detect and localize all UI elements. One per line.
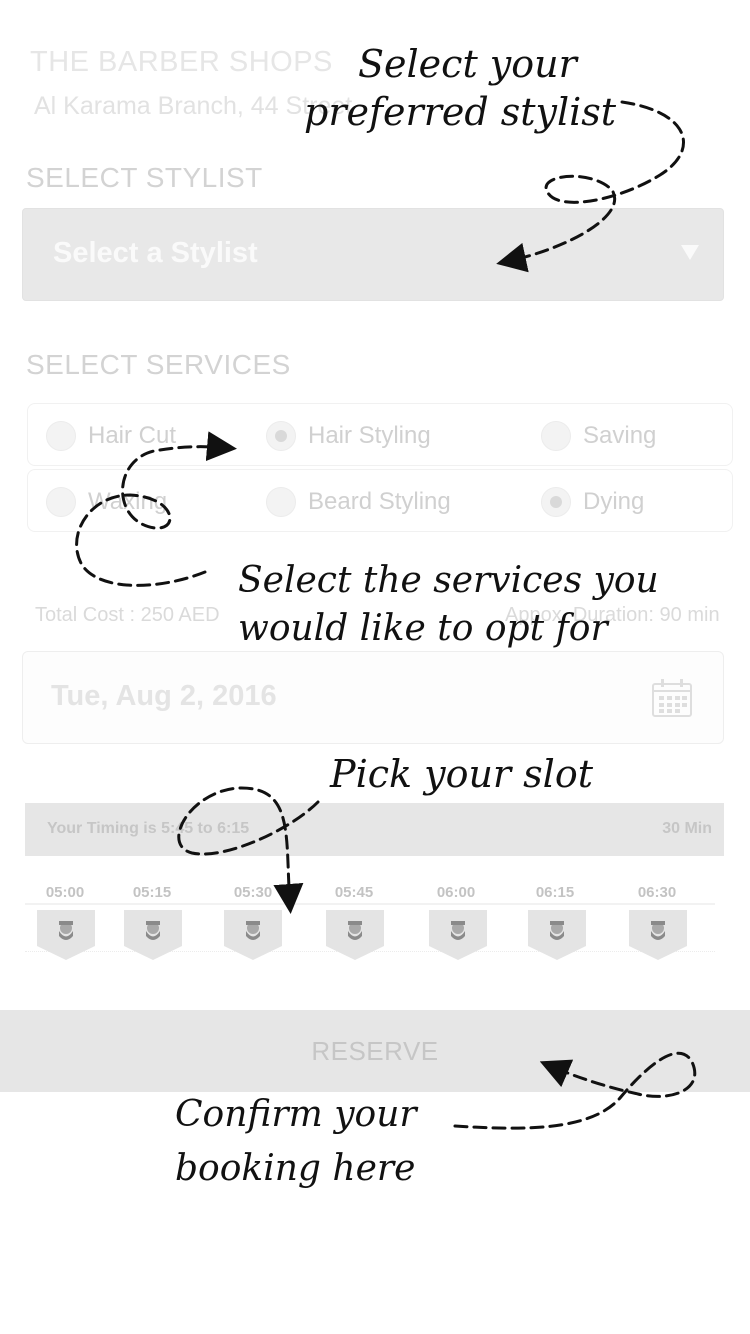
annotation-confirm-line1: Confirm your: [175, 1094, 417, 1135]
annotation-services-line2: would like to opt for: [238, 608, 608, 649]
annotation-confirm-line2: booking here: [175, 1148, 416, 1189]
annotation-slot: Pick your slot: [330, 752, 593, 796]
annotation-stylist-line1: Select your: [358, 42, 577, 86]
annotation-stylist-line2: preferred stylist: [304, 90, 617, 134]
annotation-services-line1: Select the services you: [238, 560, 659, 601]
